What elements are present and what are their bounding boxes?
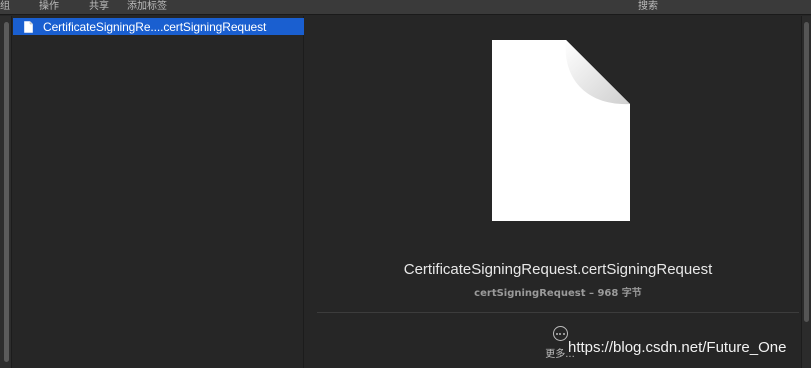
more-icon xyxy=(552,326,568,341)
toolbar-search-label[interactable]: 搜索 xyxy=(638,0,658,13)
finder-window: 组 操作 共享 添加标签 搜索 CertificateSigningRe....… xyxy=(0,0,811,368)
file-list-item-name: CertificateSigningRe....certSigningReque… xyxy=(43,19,267,34)
sidebar-gutter xyxy=(0,16,12,368)
document-icon xyxy=(492,40,630,221)
file-list-column: CertificateSigningRe....certSigningReque… xyxy=(13,16,304,368)
preview-divider xyxy=(317,312,799,313)
toolbar-labels: 组 操作 共享 添加标签 搜索 xyxy=(0,0,811,15)
sidebar-scrollbar[interactable] xyxy=(4,22,9,362)
document-icon xyxy=(24,20,33,33)
preview-pane: CertificateSigningRequest.certSigningReq… xyxy=(305,16,811,368)
toolbar-add-tags-label[interactable]: 添加标签 xyxy=(127,0,167,13)
watermark-text: https://blog.csdn.net/Future_One xyxy=(568,339,787,356)
preview-scrollbar[interactable] xyxy=(801,16,811,368)
preview-scrollbar-thumb[interactable] xyxy=(804,22,809,322)
preview-file-meta: certSigningRequest – 968 字节 xyxy=(474,288,642,299)
file-list-item-selected[interactable]: CertificateSigningRe....certSigningReque… xyxy=(13,18,304,35)
toolbar-group-label[interactable]: 组 xyxy=(0,0,10,13)
toolbar-share-label[interactable]: 共享 xyxy=(89,0,109,13)
preview-file-title: CertificateSigningRequest.certSigningReq… xyxy=(403,261,713,278)
toolbar-action-label[interactable]: 操作 xyxy=(39,0,59,13)
